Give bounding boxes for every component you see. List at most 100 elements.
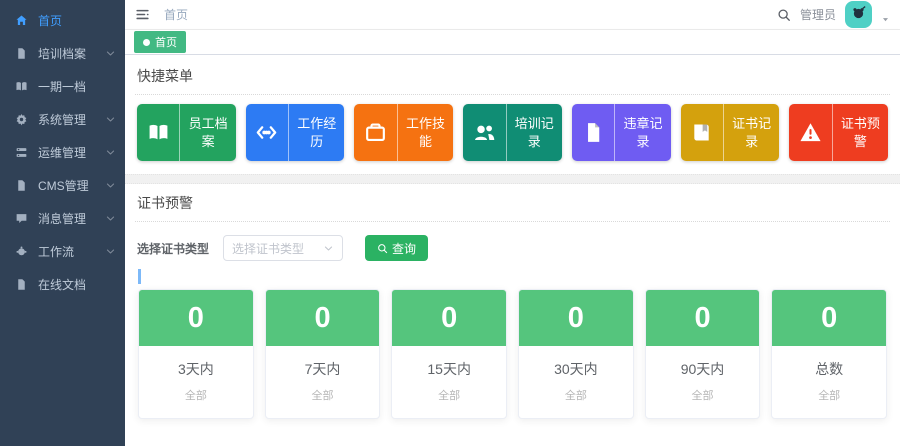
stat-value: 0 <box>392 290 506 346</box>
select-placeholder: 选择证书类型 <box>232 240 304 257</box>
text-cursor-bar <box>138 269 141 284</box>
divider <box>135 94 890 95</box>
tile-label: 证书记录 <box>724 104 779 161</box>
stat-card-3days[interactable]: 0 3天内 全部 <box>138 289 254 419</box>
avatar[interactable] <box>845 1 872 28</box>
warning-icon <box>789 104 832 161</box>
users-icon <box>463 104 506 161</box>
workflow-icon <box>15 245 28 258</box>
stat-card-7days[interactable]: 0 7天内 全部 <box>265 289 381 419</box>
tile-label: 工作经历 <box>289 104 344 161</box>
stat-label: 15天内 <box>392 359 506 379</box>
tile-label: 证书预警 <box>833 104 888 161</box>
tile-label: 违章记录 <box>615 104 670 161</box>
stat-card-15days[interactable]: 0 15天内 全部 <box>391 289 507 419</box>
stat-value: 0 <box>519 290 633 346</box>
sidebar-item-label: 系统管理 <box>38 111 86 128</box>
sidebar-item-label: 一期一档 <box>38 78 86 95</box>
all-link[interactable]: 全部 <box>266 387 380 403</box>
all-link[interactable]: 全部 <box>646 387 760 403</box>
tile-certificate-records[interactable]: 证书记录 <box>681 104 780 161</box>
tag-active-dot <box>143 39 150 46</box>
page-content: 快捷菜单 员工档案 工作经历 工作技能 培训记录 违章记录 <box>125 55 900 446</box>
chevron-down-icon <box>105 147 116 158</box>
sidebar-item-training-archive[interactable]: 培训档案 <box>0 37 125 70</box>
stat-label: 30天内 <box>519 359 633 379</box>
all-link[interactable]: 全部 <box>772 387 886 403</box>
tile-certificate-warning[interactable]: 证书预警 <box>789 104 888 161</box>
search-icon[interactable] <box>777 8 791 22</box>
search-icon <box>377 243 388 254</box>
caret-down-icon[interactable] <box>881 15 890 24</box>
file-icon <box>572 104 615 161</box>
sidebar-item-label: 培训档案 <box>38 45 86 62</box>
chevron-down-icon <box>105 180 116 191</box>
sidebar-item-label: CMS管理 <box>38 177 89 194</box>
sidebar-item-ops-mgmt[interactable]: 运维管理 <box>0 136 125 169</box>
divider <box>135 221 890 222</box>
hamburger-icon[interactable] <box>135 7 150 22</box>
doc-icon <box>15 179 28 192</box>
gear-icon <box>15 113 28 126</box>
quick-menu-tiles: 员工档案 工作经历 工作技能 培训记录 违章记录 证书记录 <box>137 104 888 161</box>
tile-label: 员工档案 <box>180 104 235 161</box>
sidebar-item-label: 运维管理 <box>38 144 86 161</box>
sidebar-item-cms-mgmt[interactable]: CMS管理 <box>0 169 125 202</box>
cert-warning-title: 证书预警 <box>135 184 890 221</box>
tile-work-experience[interactable]: 工作经历 <box>246 104 345 161</box>
query-button-label: 查询 <box>392 240 416 257</box>
tile-violation-records[interactable]: 违章记录 <box>572 104 671 161</box>
all-link[interactable]: 全部 <box>519 387 633 403</box>
chevron-down-icon <box>105 48 116 59</box>
sidebar-item-online-docs[interactable]: 在线文档 <box>0 268 125 301</box>
stat-label: 7天内 <box>266 359 380 379</box>
chevron-down-icon <box>105 114 116 125</box>
home-icon <box>15 14 28 27</box>
sidebar-item-home[interactable]: 首页 <box>0 4 125 37</box>
stat-value: 0 <box>266 290 380 346</box>
all-link[interactable]: 全部 <box>392 387 506 403</box>
stat-card-total[interactable]: 0 总数 全部 <box>771 289 887 419</box>
sidebar-item-label: 工作流 <box>38 243 74 260</box>
open-book-icon <box>137 104 180 161</box>
cert-type-label: 选择证书类型 <box>137 240 209 257</box>
cert-type-select[interactable]: 选择证书类型 <box>223 235 343 261</box>
cert-filter-row: 选择证书类型 选择证书类型 查询 <box>137 235 888 261</box>
sidebar: 首页 培训档案 一期一档 系统管理 运维管理 CMS管理 消息管理 工作流 在线… <box>0 0 125 446</box>
main-area: 首页 管理员 首页 快捷菜单 员工档案 工作经历 <box>125 0 900 446</box>
code-icon <box>246 104 289 161</box>
tags-view-bar: 首页 <box>125 30 900 55</box>
stat-label: 3天内 <box>139 359 253 379</box>
open-book-icon <box>15 80 28 93</box>
tile-label: 工作技能 <box>398 104 453 161</box>
breadcrumb[interactable]: 首页 <box>164 6 188 23</box>
tag-label: 首页 <box>155 34 177 50</box>
navbar-right: 管理员 <box>777 1 890 28</box>
chevron-down-icon <box>105 213 116 224</box>
top-navbar: 首页 管理员 <box>125 0 900 30</box>
doc-icon <box>15 278 28 291</box>
stat-value: 0 <box>646 290 760 346</box>
query-button[interactable]: 查询 <box>365 235 428 261</box>
tile-training-records[interactable]: 培训记录 <box>463 104 562 161</box>
tile-label: 培训记录 <box>507 104 562 161</box>
quick-menu-title: 快捷菜单 <box>135 57 890 94</box>
message-icon <box>15 212 28 225</box>
all-link[interactable]: 全部 <box>139 387 253 403</box>
username-label: 管理员 <box>800 6 836 23</box>
box-icon <box>354 104 397 161</box>
tag-home[interactable]: 首页 <box>134 31 186 53</box>
tile-work-skills[interactable]: 工作技能 <box>354 104 453 161</box>
stat-value: 0 <box>772 290 886 346</box>
sidebar-item-message-mgmt[interactable]: 消息管理 <box>0 202 125 235</box>
sidebar-item-workflow[interactable]: 工作流 <box>0 235 125 268</box>
tile-employee-archive[interactable]: 员工档案 <box>137 104 236 161</box>
chevron-down-icon <box>105 246 116 257</box>
sidebar-item-system-mgmt[interactable]: 系统管理 <box>0 103 125 136</box>
doc-icon <box>15 47 28 60</box>
section-separator <box>125 174 900 184</box>
stat-card-90days[interactable]: 0 90天内 全部 <box>645 289 761 419</box>
sidebar-item-label: 消息管理 <box>38 210 86 227</box>
stat-card-30days[interactable]: 0 30天内 全部 <box>518 289 634 419</box>
sidebar-item-one-period-one-file[interactable]: 一期一档 <box>0 70 125 103</box>
